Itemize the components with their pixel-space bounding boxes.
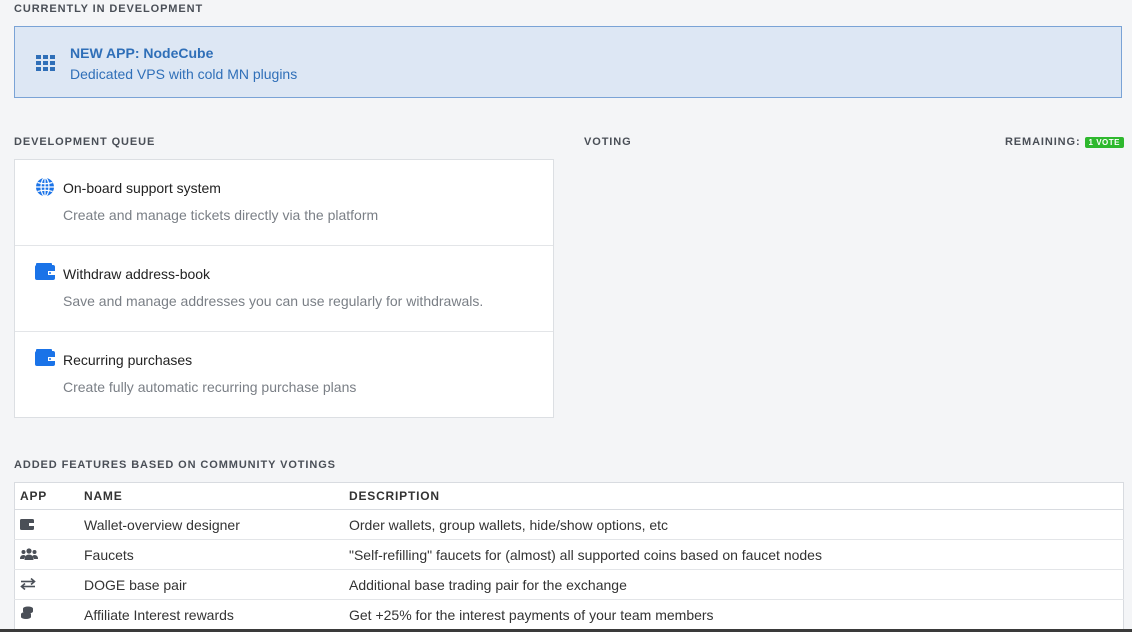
queue-item-title: Withdraw address-book (63, 266, 211, 282)
table-row: Faucets "Self-refilling" faucets for (al… (14, 539, 1124, 570)
table-row: Affiliate Interest rewards Get +25% for … (14, 599, 1124, 630)
column-header-app: APP (14, 482, 79, 510)
exchange-icon (20, 577, 36, 593)
wallet-icon (20, 517, 34, 533)
current-app-subtitle: Dedicated VPS with cold MN plugins (70, 66, 298, 82)
feature-description: Order wallets, group wallets, hide/show … (344, 509, 1124, 540)
feature-description: Additional base trading pair for the exc… (344, 569, 1124, 600)
wallet-icon (35, 263, 55, 286)
queue-item-title: Recurring purchases (63, 352, 193, 368)
feature-name: Wallet-overview designer (79, 509, 344, 540)
remaining-votes: REMAINING: 1 VOTE (1005, 136, 1124, 148)
current-app-title: NEW APP: NodeCube (70, 45, 214, 61)
feature-description: Get +25% for the interest payments of yo… (344, 599, 1124, 630)
coins-icon (20, 606, 34, 623)
queue-item-support-system[interactable]: On-board support system Create and manag… (15, 160, 553, 246)
table-row: DOGE base pair Additional base trading p… (14, 569, 1124, 600)
table-header-row: APP NAME DESCRIPTION (14, 482, 1124, 510)
queue-item-description: Create and manage tickets directly via t… (63, 207, 379, 223)
queue-item-description: Save and manage addresses you can use re… (63, 293, 484, 309)
feature-name: Faucets (79, 539, 344, 570)
queue-section-title: DEVELOPMENT QUEUE (14, 136, 156, 148)
globe-icon (35, 177, 55, 202)
queue-item-description: Create fully automatic recurring purchas… (63, 379, 357, 395)
feature-name: DOGE base pair (79, 569, 344, 600)
remaining-label: REMAINING: (1004, 136, 1081, 148)
wallet-icon (35, 349, 55, 372)
column-header-name: NAME (79, 482, 344, 510)
queue-item-title: On-board support system (63, 180, 221, 196)
feature-description: "Self-refilling" faucets for (almost) al… (344, 539, 1124, 570)
current-dev-banner[interactable]: NEW APP: NodeCube Dedicated VPS with col… (14, 26, 1122, 98)
queue-item-recurring-purchases[interactable]: Recurring purchases Create fully automat… (15, 332, 553, 418)
development-queue-list: On-board support system Create and manag… (14, 159, 554, 418)
features-table: APP NAME DESCRIPTION Wallet-overview des… (14, 482, 1124, 630)
current-section-title: CURRENTLY IN DEVELOPMENT (14, 3, 204, 15)
voting-section-title: VOTING (584, 136, 632, 148)
feature-name: Affiliate Interest rewards (79, 599, 344, 630)
queue-item-address-book[interactable]: Withdraw address-book Save and manage ad… (15, 246, 553, 332)
grid-icon (36, 55, 56, 76)
table-row: Wallet-overview designer Order wallets, … (14, 509, 1124, 540)
features-section-title: ADDED FEATURES BASED ON COMMUNITY VOTING… (14, 459, 336, 471)
vote-count-badge: 1 VOTE (1084, 136, 1124, 148)
users-icon (20, 547, 38, 563)
column-header-description: DESCRIPTION (344, 482, 1124, 510)
